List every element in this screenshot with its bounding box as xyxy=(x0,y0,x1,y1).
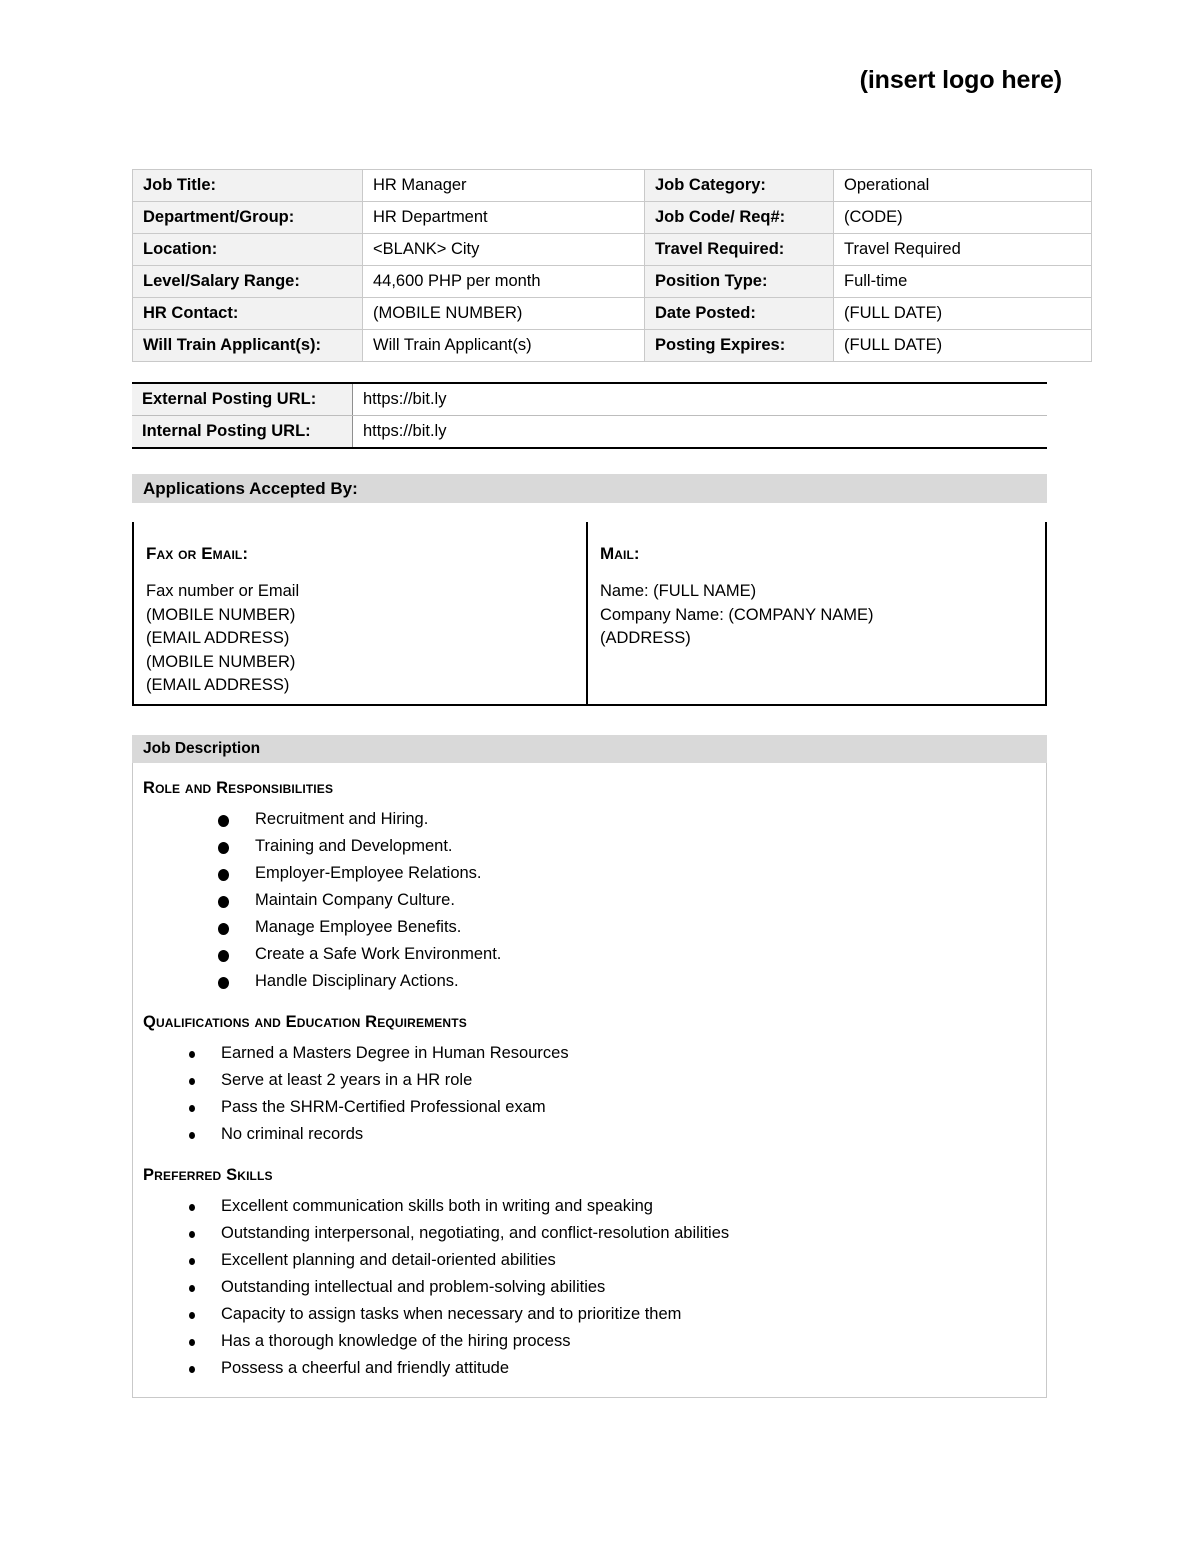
cell-value: Full-time xyxy=(833,265,1092,298)
cell-label: Job Title: xyxy=(132,169,363,202)
list-item: Employer-Employee Relations. xyxy=(143,860,1046,887)
preferred-skills-heading: Preferred Skills xyxy=(143,1166,273,1184)
list-item: Recruitment and Hiring. xyxy=(143,806,1046,833)
mail-heading: Mail: xyxy=(600,544,640,563)
cell-value: HR Manager xyxy=(362,169,645,202)
cell-label: Job Code/ Req#: xyxy=(644,201,834,234)
fax-or-email-column: Fax or Email: Fax number or Email (MOBIL… xyxy=(134,522,588,704)
applications-accepted-by-bar: Applications Accepted By: xyxy=(132,474,1047,503)
qualifications-list: Earned a Masters Degree in Human Resourc… xyxy=(143,1040,1046,1148)
fax-or-email-line: (EMAIL ADDRESS) xyxy=(146,629,290,647)
cell-label: Will Train Applicant(s): xyxy=(132,329,363,362)
table-row: Level/Salary Range: 44,600 PHP per month… xyxy=(132,265,1092,298)
list-item: Earned a Masters Degree in Human Resourc… xyxy=(143,1040,1046,1067)
fax-or-email-line: (MOBILE NUMBER) xyxy=(146,605,296,624)
logo-placeholder: (insert logo here) xyxy=(859,66,1062,94)
mail-line: Company Name: (COMPANY NAME) xyxy=(600,605,874,624)
cell-value: Will Train Applicant(s) xyxy=(362,329,645,362)
list-item: Maintain Company Culture. xyxy=(143,887,1046,914)
preferred-skills-list: Excellent communication skills both in w… xyxy=(143,1193,1046,1382)
list-item: Capacity to assign tasks when necessary … xyxy=(143,1301,1046,1328)
cell-label: Posting Expires: xyxy=(644,329,834,362)
fax-or-email-line: (EMAIL ADDRESS) xyxy=(146,676,290,694)
cell-value: Travel Required xyxy=(833,233,1092,266)
fax-or-email-heading: Fax or Email: xyxy=(146,544,249,563)
list-item: Outstanding intellectual and problem-sol… xyxy=(143,1274,1046,1301)
cell-value: Operational xyxy=(833,169,1092,202)
job-description-bar: Job Description xyxy=(132,735,1047,763)
table-row: Job Title: HR Manager Job Category: Oper… xyxy=(132,169,1092,202)
role-and-responsibilities-list: Recruitment and Hiring. Training and Dev… xyxy=(143,806,1046,995)
cell-value: (MOBILE NUMBER) xyxy=(362,297,645,330)
cell-label: External Posting URL: xyxy=(132,383,353,416)
table-row: Will Train Applicant(s): Will Train Appl… xyxy=(132,329,1092,362)
job-info-table: Job Title: HR Manager Job Category: Oper… xyxy=(132,169,1092,362)
fax-or-email-line: Fax number or Email xyxy=(146,582,300,600)
mail-column: Mail: Name: (FULL NAME) Company Name: (C… xyxy=(588,522,1045,704)
cell-label: Department/Group: xyxy=(132,201,363,234)
applications-accepted-by-title: Applications Accepted By: xyxy=(143,478,358,498)
cell-value: 44,600 PHP per month xyxy=(362,265,645,298)
list-item: Has a thorough knowledge of the hiring p… xyxy=(143,1328,1046,1355)
list-item: Training and Development. xyxy=(143,833,1046,860)
cell-value: (FULL DATE) xyxy=(833,297,1092,330)
internal-posting-url-value[interactable]: https://bit.ly xyxy=(352,415,1047,448)
posting-url-table-body: External Posting URL: https://bit.ly Int… xyxy=(132,383,1047,448)
cell-label: Date Posted: xyxy=(644,297,834,330)
external-posting-url-value[interactable]: https://bit.ly xyxy=(352,383,1047,416)
cell-value: HR Department xyxy=(362,201,645,234)
cell-value: (FULL DATE) xyxy=(833,329,1092,362)
table-row: Internal Posting URL: https://bit.ly xyxy=(132,415,1047,448)
mail-line: Name: (FULL NAME) xyxy=(600,582,757,600)
list-item: Excellent communication skills both in w… xyxy=(143,1193,1046,1220)
job-description-body: Role and Responsibilities Recruitment an… xyxy=(132,763,1047,1398)
list-item: Create a Safe Work Environment. xyxy=(143,941,1046,968)
cell-value: (CODE) xyxy=(833,201,1092,234)
fax-or-email-line: (MOBILE NUMBER) xyxy=(146,652,296,671)
list-item: Manage Employee Benefits. xyxy=(143,914,1046,941)
mail-line: (ADDRESS) xyxy=(600,629,691,647)
table-row: HR Contact: (MOBILE NUMBER) Date Posted:… xyxy=(132,297,1092,330)
qualifications-heading: Qualifications and Education Requirement… xyxy=(143,1013,467,1031)
cell-label: Position Type: xyxy=(644,265,834,298)
cell-label: Travel Required: xyxy=(644,233,834,266)
cell-label: Level/Salary Range: xyxy=(132,265,363,298)
list-item: Excellent planning and detail-oriented a… xyxy=(143,1247,1046,1274)
cell-label: Location: xyxy=(132,233,363,266)
list-item: Handle Disciplinary Actions. xyxy=(143,968,1046,995)
list-item: Serve at least 2 years in a HR role xyxy=(143,1067,1046,1094)
document-page: (insert logo here) Job Title: HR Manager… xyxy=(0,0,1200,1553)
table-row: Department/Group: HR Department Job Code… xyxy=(132,201,1092,234)
cell-value: <BLANK> City xyxy=(362,233,645,266)
table-row: External Posting URL: https://bit.ly xyxy=(132,383,1047,416)
cell-label: HR Contact: xyxy=(132,297,363,330)
list-item: Outstanding interpersonal, negotiating, … xyxy=(143,1220,1046,1247)
list-item: Possess a cheerful and friendly attitude xyxy=(143,1355,1046,1382)
table-row: Location: <BLANK> City Travel Required: … xyxy=(132,233,1092,266)
job-description-title: Job Description xyxy=(143,740,261,757)
role-and-responsibilities-heading: Role and Responsibilities xyxy=(143,779,334,797)
job-info-table-body: Job Title: HR Manager Job Category: Oper… xyxy=(132,169,1092,362)
applications-contact-box: Fax or Email: Fax number or Email (MOBIL… xyxy=(132,522,1047,706)
posting-url-table: External Posting URL: https://bit.ly Int… xyxy=(132,382,1047,449)
list-item: No criminal records xyxy=(143,1121,1046,1148)
cell-label: Internal Posting URL: xyxy=(132,415,353,448)
list-item: Pass the SHRM-Certified Professional exa… xyxy=(143,1094,1046,1121)
cell-label: Job Category: xyxy=(644,169,834,202)
